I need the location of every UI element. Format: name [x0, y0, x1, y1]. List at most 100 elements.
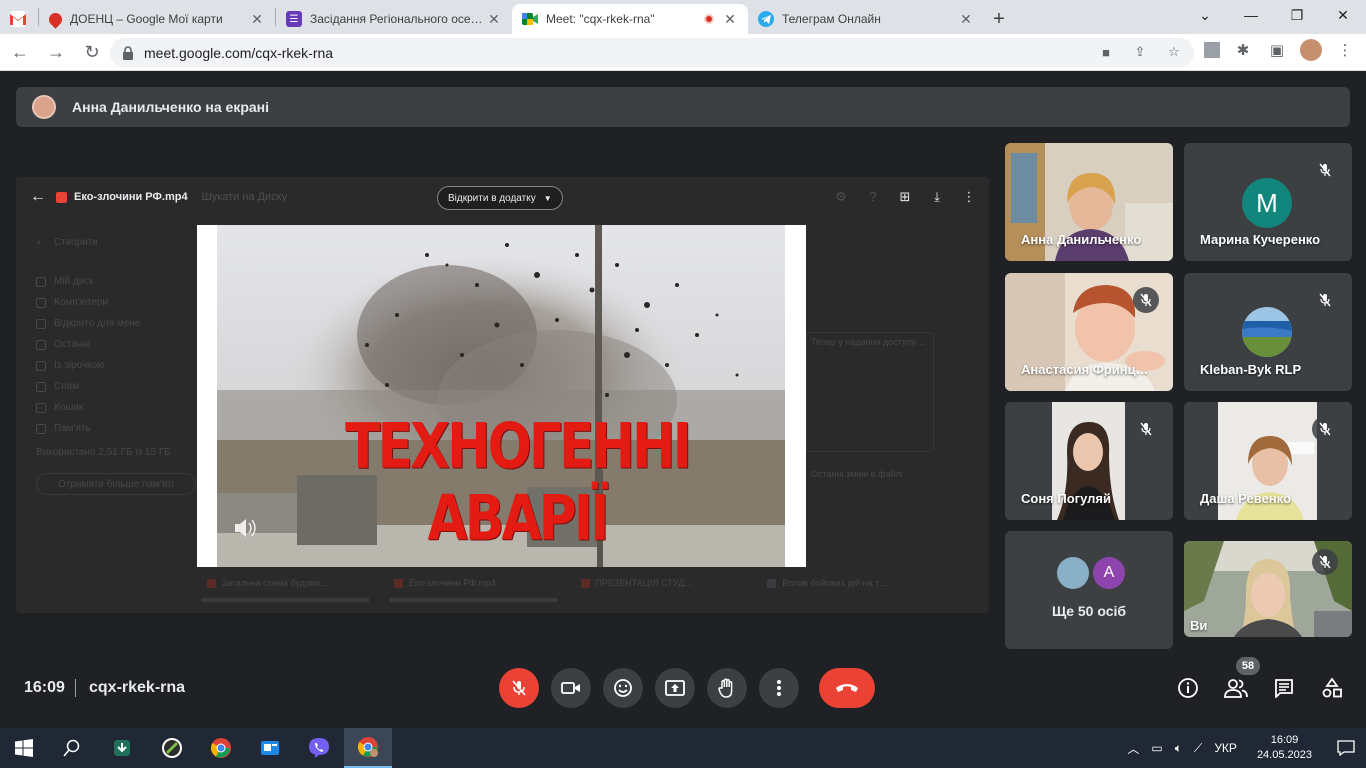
tab-meet[interactable]: Meet: "cqx-rkek-rna" ✕ — [512, 4, 748, 34]
taskbar-app-downloads[interactable] — [98, 728, 146, 768]
participant-name: Даша Ревенко — [1200, 491, 1291, 506]
close-tab-icon[interactable]: ✕ — [958, 11, 974, 28]
extensions-puzzle-icon[interactable]: ✱ — [1232, 39, 1254, 61]
forms-icon: ☰ — [286, 11, 302, 27]
more-participants-tile[interactable]: A Ще 50 осіб — [1005, 531, 1173, 649]
participant-name: Kleban-Byk RLP — [1200, 362, 1302, 377]
more-options-button[interactable] — [759, 668, 799, 708]
mic-off-icon — [512, 680, 526, 696]
profile-avatar[interactable] — [1300, 39, 1322, 61]
tab-title: Засідання Регіонального осере… — [310, 12, 486, 26]
network-icon[interactable]: ⟋ — [1194, 741, 1202, 756]
language-indicator[interactable]: УКР — [1214, 741, 1237, 755]
participant-tile[interactable]: Даша Ревенко — [1184, 402, 1352, 520]
avatar: A — [1093, 557, 1125, 589]
chrome-icon — [210, 738, 231, 758]
volume-icon — [235, 519, 256, 537]
menu-kebab-icon[interactable]: ⋮ — [1334, 39, 1356, 61]
bookmark-star-icon[interactable]: ☆ — [1166, 44, 1182, 60]
tab-forms[interactable]: ☰ Засідання Регіонального осере… ✕ — [276, 4, 512, 34]
back-icon[interactable]: ← — [4, 36, 36, 68]
leave-call-button[interactable] — [819, 668, 875, 708]
camera-in-use-icon[interactable]: ■ — [1098, 44, 1114, 60]
participant-tile[interactable]: Kleban-Byk RLP — [1184, 273, 1352, 391]
drive-right-text: Тепер у надання доступу… Останні зміни в… — [811, 337, 925, 479]
chat-button[interactable] — [1272, 676, 1296, 700]
drive-file: Вплив бойових дій на т… — [761, 569, 936, 597]
close-tab-icon[interactable]: ✕ — [722, 11, 738, 28]
meeting-time: 16:09 — [24, 679, 65, 696]
activities-button[interactable] — [1320, 676, 1344, 700]
maps-icon — [46, 9, 65, 29]
add-comment-icon: ⊞ — [899, 189, 911, 204]
taskbar-app-green[interactable] — [148, 728, 196, 768]
taskbar-viber[interactable] — [295, 728, 343, 768]
start-button[interactable] — [0, 728, 48, 768]
close-tab-icon[interactable]: ✕ — [486, 11, 502, 28]
drive-file: ПРЕЗЕНТАЦІЯ СТУД… — [575, 569, 750, 597]
tray-expand-icon[interactable]: ︿ — [1127, 740, 1139, 757]
tab-search-icon[interactable]: ⌄ — [1182, 0, 1228, 30]
emoji-icon — [614, 679, 632, 697]
mic-off-icon — [1133, 416, 1159, 442]
tab-maps[interactable]: ДОЕНЦ – Google Мої карти ✕ — [39, 4, 275, 34]
presenting-banner: Анна Данильченко на екрані — [16, 87, 1350, 127]
info-icon — [1178, 678, 1198, 698]
notification-center-icon[interactable] — [1326, 740, 1366, 756]
taskbar-app-blue[interactable] — [246, 728, 294, 768]
open-with-button: Відкрити в додатку ▼ — [437, 186, 563, 210]
preview-actions: ⚙ ? ⊞ ⤓ ⋮ — [833, 189, 977, 205]
tab-title: Meet: "cqx-rkek-rna" — [546, 12, 655, 26]
avatar — [1242, 307, 1292, 357]
meet-control-bar: 16:09 cqx-rkek-rna 58 — [0, 657, 1366, 728]
taskbar-chrome[interactable] — [197, 728, 245, 768]
restore-icon[interactable]: ❐ — [1274, 0, 1320, 30]
raise-hand-button[interactable] — [707, 668, 747, 708]
viber-icon — [309, 738, 329, 758]
minimize-icon[interactable]: — — [1228, 0, 1274, 30]
chrome-icon — [357, 737, 378, 757]
search-icon — [63, 739, 80, 757]
address-bar[interactable]: meet.google.com/cqx-rkek-rna ■ ⇪ ☆ — [110, 38, 1194, 67]
participant-count-badge: 58 — [1236, 657, 1260, 675]
drive-item: Відкрито для мене — [36, 313, 196, 334]
reload-icon[interactable]: ↻ — [76, 36, 108, 68]
tab-gmail[interactable] — [0, 4, 38, 34]
taskbar-clock[interactable]: 16:09 24.05.2023 — [1257, 733, 1312, 763]
forward-icon[interactable]: → — [40, 36, 72, 68]
camera-icon — [561, 682, 580, 694]
app-icon — [261, 741, 279, 755]
participant-tile[interactable]: Соня Погуляй — [1005, 402, 1173, 520]
taskbar-time: 16:09 — [1270, 734, 1299, 746]
participant-tile[interactable]: Анастасия Фринц… — [1005, 273, 1173, 391]
storage-text: Використано 2,51 ГБ із 15 ГБ — [36, 447, 171, 458]
close-window-icon[interactable]: ✕ — [1320, 0, 1366, 30]
present-icon — [665, 680, 685, 696]
tab-telegram[interactable]: Телеграм Онлайн ✕ — [748, 4, 984, 34]
self-tile[interactable]: Ви — [1184, 541, 1352, 637]
app-icon — [162, 738, 182, 758]
search-button[interactable] — [48, 728, 96, 768]
window-controls: ⌄ — ❐ ✕ — [1182, 0, 1366, 30]
participant-tile[interactable]: Анна Данильченко — [1005, 143, 1173, 261]
side-panel-icon[interactable]: ▣ — [1266, 39, 1288, 61]
camera-toggle-button[interactable] — [551, 668, 591, 708]
taskbar-chrome-active[interactable] — [344, 728, 392, 768]
volume-icon[interactable]: 🔈︎ — [1175, 741, 1182, 756]
share-icon[interactable]: ⇪ — [1132, 44, 1148, 60]
drive-file: Еко-злочини РФ.mp4 — [388, 569, 563, 597]
drive-item: Останні — [36, 334, 196, 355]
side-controls — [1176, 676, 1344, 700]
meeting-details-button[interactable] — [1176, 676, 1200, 700]
close-tab-icon[interactable]: ✕ — [249, 11, 265, 28]
battery-icon[interactable]: ▭ — [1151, 741, 1162, 755]
extension-icon-1[interactable] — [1204, 42, 1220, 58]
people-button[interactable] — [1224, 676, 1248, 700]
drive-sidebar: + Створити Мій диск Комп'ютери Відкрито д… — [36, 232, 196, 495]
participant-tile[interactable]: M Марина Кучеренко — [1184, 143, 1352, 261]
system-tray: ︿ ▭ 🔈︎ ⟋ УКР 16:09 24.05.2023 — [1127, 728, 1366, 768]
mic-toggle-button[interactable] — [499, 668, 539, 708]
reactions-button[interactable] — [603, 668, 643, 708]
present-screen-button[interactable] — [655, 668, 695, 708]
new-tab-button[interactable]: + — [984, 4, 1014, 34]
